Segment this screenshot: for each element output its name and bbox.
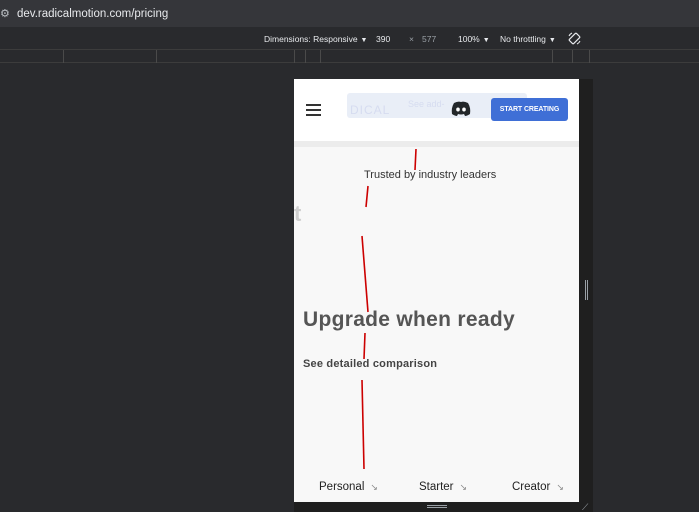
detailed-comparison-link[interactable]: See detailed comparison	[303, 358, 437, 370]
height-input[interactable]: 577	[422, 34, 436, 44]
ruler-tick	[552, 50, 553, 63]
header-divider	[294, 141, 579, 147]
arrow-down-right-icon: ↘	[370, 482, 378, 492]
caret-down-icon: ▼	[548, 37, 556, 44]
site-header: DICAL See add- START CREATING	[294, 79, 579, 141]
trusted-heading: Trusted by industry leaders	[364, 169, 497, 181]
plan-label: Creator	[512, 481, 551, 493]
throttling-dropdown[interactable]: No throttling ▼	[500, 34, 556, 44]
resize-handle-right[interactable]	[585, 280, 588, 300]
plan-label: Starter	[419, 481, 454, 493]
caret-down-icon: ▼	[482, 37, 490, 44]
page-viewport: DICAL See add- START CREATING Trusted by…	[294, 79, 579, 502]
upgrade-title: Upgrade when ready	[303, 308, 515, 331]
site-info-icon[interactable]: ⚙	[0, 8, 12, 20]
times-separator: ×	[409, 34, 414, 44]
zoom-dropdown[interactable]: 100% ▼	[458, 34, 490, 44]
dimensions-dropdown[interactable]: Dimensions: Responsive ▼	[264, 34, 367, 44]
hamburger-menu-icon[interactable]	[306, 104, 321, 116]
plan-label: Personal	[319, 481, 365, 493]
resize-handle-bottom[interactable]	[427, 505, 447, 508]
zoom-label: 100%	[458, 34, 480, 44]
resize-corner-icon[interactable]: ⟋	[582, 502, 592, 512]
arrow-down-right-icon: ↘	[459, 482, 468, 492]
device-toolbar: Dimensions: Responsive ▼ 390 × 577 100% ▼ …	[0, 27, 699, 50]
start-creating-button[interactable]: START CREATING	[491, 98, 568, 121]
ruler-tick	[320, 50, 321, 63]
throttling-label: No throttling	[500, 34, 546, 44]
plan-tab-creator[interactable]: Creator ↘	[512, 481, 564, 493]
ghost-text: t	[294, 201, 302, 226]
addons-link[interactable]: See add-	[408, 99, 445, 109]
ruler-tick	[305, 50, 306, 63]
ruler-tick	[156, 50, 157, 63]
dimensions-label: Dimensions: Responsive	[264, 34, 358, 44]
plan-tab-personal[interactable]: Personal ↘	[319, 481, 378, 493]
rotate-icon[interactable]	[568, 32, 581, 45]
url-text[interactable]: dev.radicalmotion.com/pricing	[17, 8, 168, 20]
ruler-tick	[589, 50, 590, 63]
media-query-ruler[interactable]	[0, 50, 699, 63]
logo-text: DICAL	[350, 103, 391, 117]
ruler-tick	[294, 50, 295, 63]
arrow-down-right-icon: ↘	[556, 482, 564, 492]
width-input[interactable]: 390	[376, 34, 390, 44]
address-bar[interactable]: ⚙ dev.radicalmotion.com/pricing	[0, 0, 699, 27]
ruler-tick	[63, 50, 64, 63]
discord-icon[interactable]	[450, 101, 472, 117]
ruler-tick	[572, 50, 573, 63]
plan-tab-starter[interactable]: Starter ↘	[419, 481, 467, 493]
caret-down-icon: ▼	[360, 37, 368, 44]
